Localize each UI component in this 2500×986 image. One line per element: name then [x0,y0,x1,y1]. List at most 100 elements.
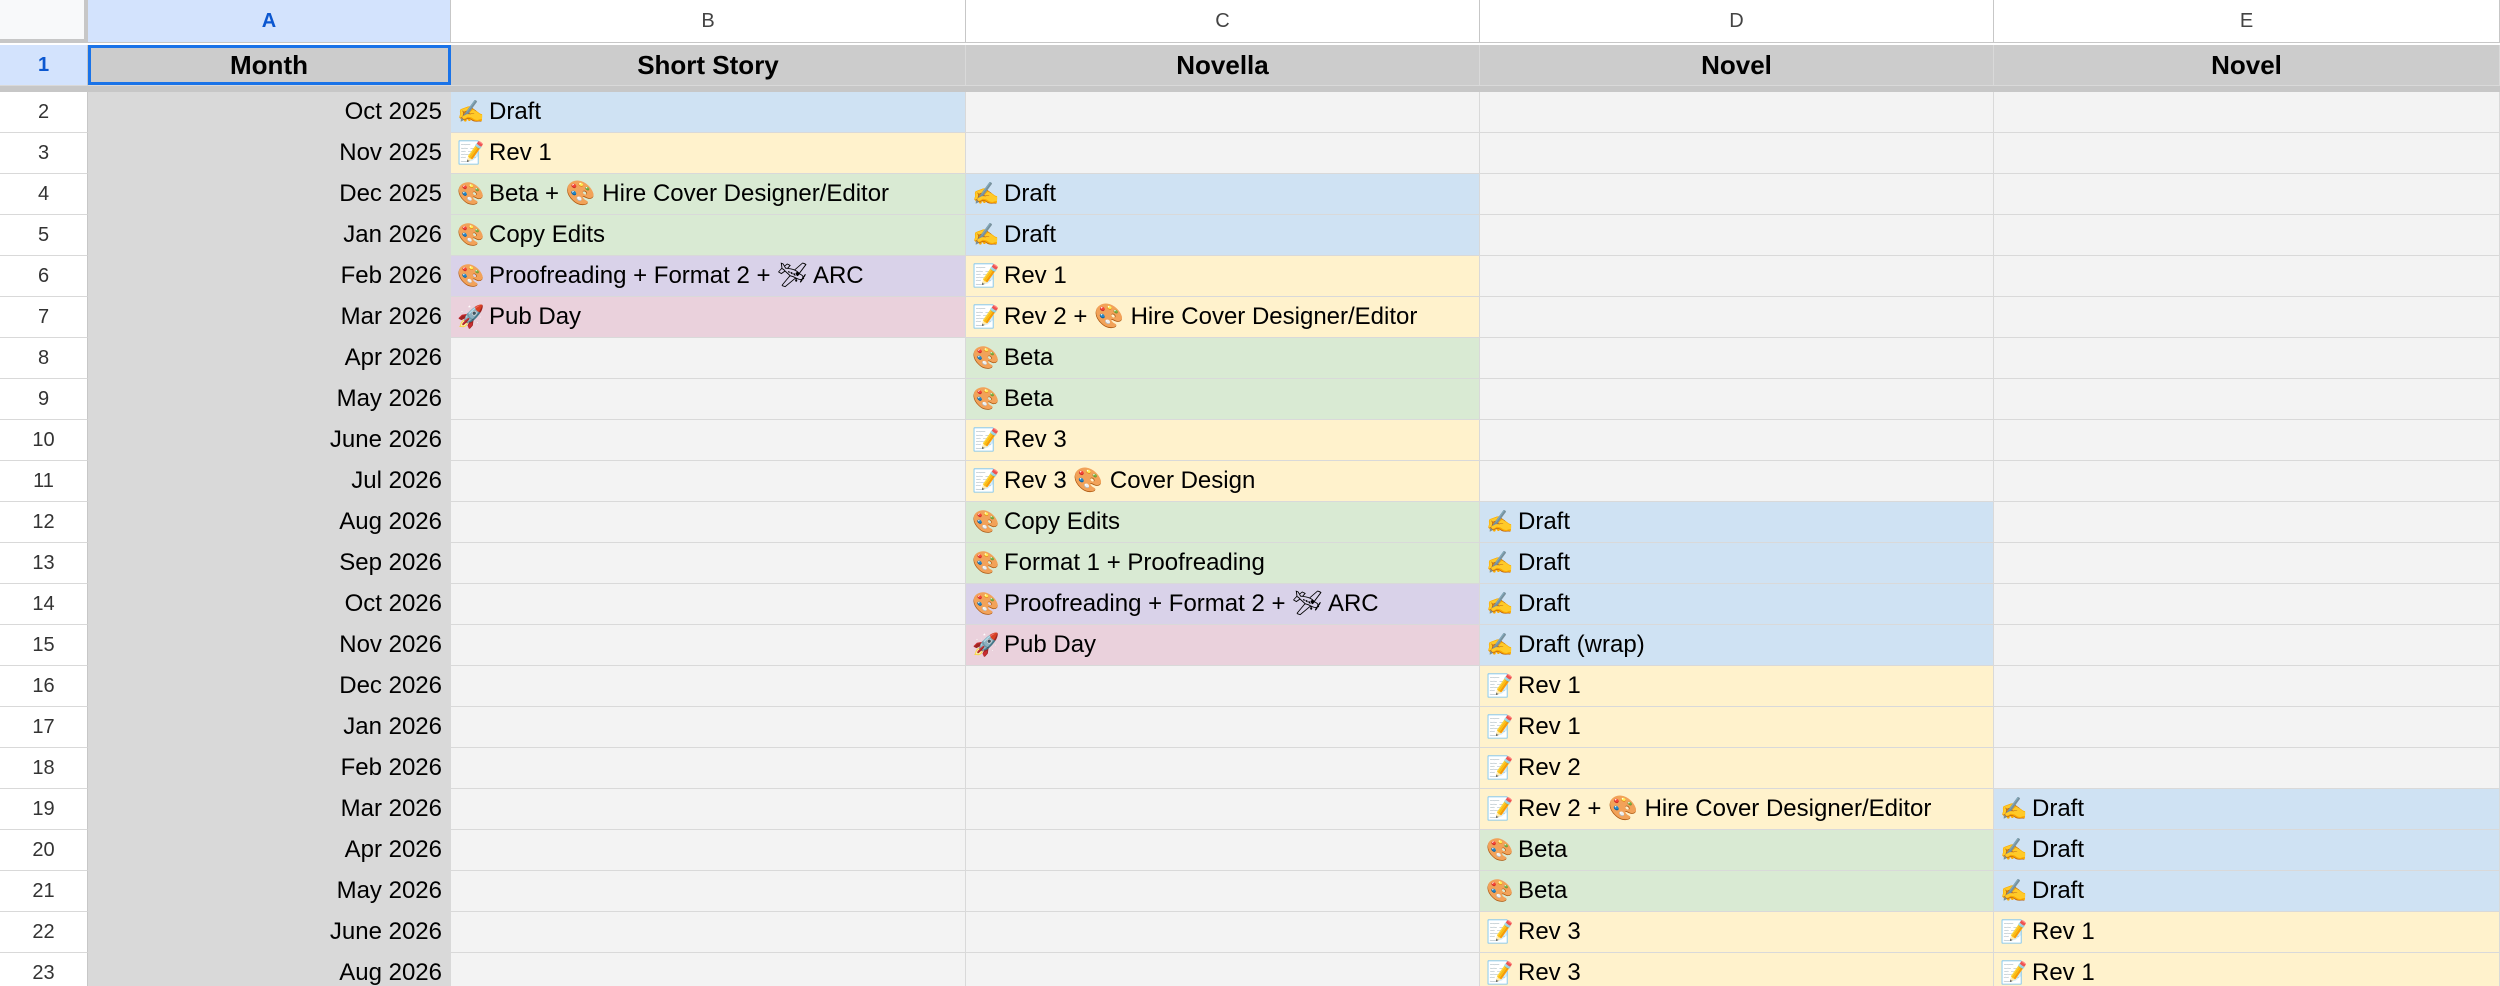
month-cell[interactable]: Jan 2026 [88,707,451,748]
select-all-corner[interactable] [0,0,88,43]
column-header-c[interactable]: C [966,0,1480,43]
task-cell[interactable]: 🎨 Beta [1480,830,1994,871]
row-header[interactable]: 11 [0,461,88,502]
header-cell-col-e[interactable]: Novel [1994,45,2500,86]
empty-cell[interactable] [451,461,966,502]
task-cell[interactable]: 📝 Rev 1 [1994,912,2500,953]
empty-cell[interactable] [1480,174,1994,215]
row-header[interactable]: 20 [0,830,88,871]
row-header[interactable]: 5 [0,215,88,256]
month-cell[interactable]: Oct 2025 [88,92,451,133]
task-cell[interactable]: ✍ Draft [1480,543,1994,584]
month-cell[interactable]: Nov 2026 [88,625,451,666]
row-header[interactable]: 10 [0,420,88,461]
task-cell[interactable]: 🎨 Beta [1480,871,1994,912]
empty-cell[interactable] [1994,707,2500,748]
empty-cell[interactable] [451,420,966,461]
task-cell[interactable]: ✍ Draft [451,92,966,133]
row-header[interactable]: 6 [0,256,88,297]
month-cell[interactable]: Oct 2026 [88,584,451,625]
empty-cell[interactable] [451,871,966,912]
row-header[interactable]: 4 [0,174,88,215]
empty-cell[interactable] [1994,748,2500,789]
empty-cell[interactable] [1480,133,1994,174]
empty-cell[interactable] [451,953,966,986]
empty-cell[interactable] [966,666,1480,707]
row-header[interactable]: 17 [0,707,88,748]
row-header[interactable]: 3 [0,133,88,174]
empty-cell[interactable] [451,830,966,871]
empty-cell[interactable] [966,133,1480,174]
empty-cell[interactable] [1480,420,1994,461]
empty-cell[interactable] [1994,666,2500,707]
empty-cell[interactable] [966,789,1480,830]
month-cell[interactable]: Aug 2026 [88,953,451,986]
empty-cell[interactable] [451,379,966,420]
month-cell[interactable]: Jan 2026 [88,215,451,256]
row-header[interactable]: 1 [0,45,88,86]
month-cell[interactable]: May 2026 [88,379,451,420]
task-cell[interactable]: 🎨 Copy Edits [451,215,966,256]
month-cell[interactable]: June 2026 [88,912,451,953]
empty-cell[interactable] [966,748,1480,789]
empty-cell[interactable] [1994,92,2500,133]
empty-cell[interactable] [1994,256,2500,297]
empty-cell[interactable] [1994,297,2500,338]
empty-cell[interactable] [1480,215,1994,256]
task-cell[interactable]: 🚀 Pub Day [451,297,966,338]
row-header[interactable]: 16 [0,666,88,707]
empty-cell[interactable] [1994,174,2500,215]
task-cell[interactable]: ✍ Draft [966,215,1480,256]
empty-cell[interactable] [451,338,966,379]
row-header[interactable]: 2 [0,92,88,133]
task-cell[interactable]: 📝 Rev 3 🎨 Cover Design [966,461,1480,502]
header-cell-col-c[interactable]: Novella [966,45,1480,86]
column-header-b[interactable]: B [451,0,966,43]
empty-cell[interactable] [1480,379,1994,420]
month-cell[interactable]: Aug 2026 [88,502,451,543]
empty-cell[interactable] [1994,584,2500,625]
empty-cell[interactable] [1994,420,2500,461]
month-cell[interactable]: Apr 2026 [88,830,451,871]
empty-cell[interactable] [966,830,1480,871]
task-cell[interactable]: 🎨 Format 1 + Proofreading [966,543,1480,584]
month-cell[interactable]: Mar 2026 [88,297,451,338]
empty-cell[interactable] [1994,133,2500,174]
task-cell[interactable]: 🎨 Proofreading + Format 2 + 🛩 ARC [451,256,966,297]
empty-cell[interactable] [451,625,966,666]
month-cell[interactable]: Dec 2026 [88,666,451,707]
month-cell[interactable]: Feb 2026 [88,256,451,297]
task-cell[interactable]: ✍ Draft [966,174,1480,215]
row-header[interactable]: 19 [0,789,88,830]
task-cell[interactable]: 📝 Rev 2 [1480,748,1994,789]
task-cell[interactable]: 📝 Rev 3 [1480,912,1994,953]
task-cell[interactable]: 📝 Rev 3 [966,420,1480,461]
month-cell[interactable]: Mar 2026 [88,789,451,830]
empty-cell[interactable] [451,748,966,789]
row-header[interactable]: 23 [0,953,88,986]
empty-cell[interactable] [1480,461,1994,502]
empty-cell[interactable] [966,92,1480,133]
task-cell[interactable]: ✍ Draft (wrap) [1480,625,1994,666]
task-cell[interactable]: 🎨 Beta [966,338,1480,379]
row-header[interactable]: 21 [0,871,88,912]
task-cell[interactable]: ✍ Draft [1480,584,1994,625]
empty-cell[interactable] [1480,256,1994,297]
column-header-a[interactable]: A [88,0,451,43]
empty-cell[interactable] [1480,297,1994,338]
month-cell[interactable]: Sep 2026 [88,543,451,584]
header-cell-col-b[interactable]: Short Story [451,45,966,86]
month-cell[interactable]: Nov 2025 [88,133,451,174]
month-cell[interactable]: Jul 2026 [88,461,451,502]
task-cell[interactable]: ✍ Draft [1994,871,2500,912]
empty-cell[interactable] [1994,461,2500,502]
empty-cell[interactable] [1994,215,2500,256]
task-cell[interactable]: ✍ Draft [1994,789,2500,830]
task-cell[interactable]: ✍ Draft [1480,502,1994,543]
task-cell[interactable]: 📝 Rev 1 [1480,707,1994,748]
empty-cell[interactable] [1480,92,1994,133]
row-header[interactable]: 12 [0,502,88,543]
empty-cell[interactable] [966,912,1480,953]
spreadsheet-grid[interactable]: ABCDE 1 Month Short Story Novella Novel Novel… [0,0,2500,986]
empty-cell[interactable] [451,912,966,953]
